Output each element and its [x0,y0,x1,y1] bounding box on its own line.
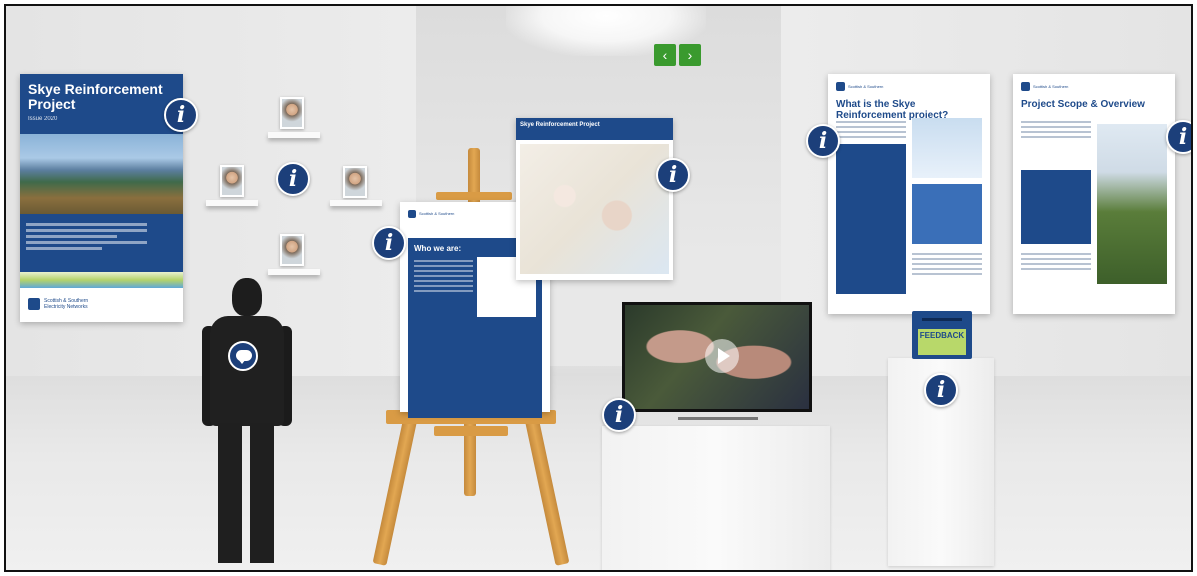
team-portrait[interactable] [220,165,244,197]
brochure-project-scope[interactable]: Scottish & Southern Project Scope & Over… [1013,74,1175,314]
feedback-info-icon[interactable]: i [924,373,958,407]
portrait-shelf [206,200,258,206]
poster-landscape-photo [20,134,183,214]
portrait-photo [222,167,242,195]
brochure-2-info-icon[interactable]: i [1166,120,1191,154]
hillside-pylon-photo [1097,124,1167,284]
poster-text-block [20,214,183,272]
video-info-icon[interactable]: i [602,398,636,432]
brochure-text [1021,118,1091,141]
team-portrait[interactable] [280,234,304,266]
portrait-photo [282,236,302,264]
previous-room-button[interactable]: ‹ [654,44,676,66]
team-info-icon[interactable]: i [276,162,310,196]
brochure-title: Project Scope & Overview [1021,99,1145,110]
brochure-text [912,250,982,278]
play-icon[interactable] [705,339,739,373]
ceiling-light [506,6,706,56]
brochure-logo-text: Scottish & Southern [848,83,884,89]
portrait-photo [282,99,302,127]
chat-icon[interactable] [228,341,258,371]
board-logo-text: Scottish & Southern [419,211,455,216]
map-title: Skye Reinforcement Project [516,118,673,140]
floor [6,376,1191,570]
poster-title: Skye Reinforcement Project [28,81,163,112]
feedback-slot [922,318,962,321]
poster-logo: Scottish & Southern Electricity Networks [28,298,104,310]
brochure-blue-panel [836,144,906,294]
team-portrait[interactable] [280,97,304,129]
map-image [520,144,669,274]
brochure-logo-text: Scottish & Southern [1033,83,1069,89]
portrait-shelf [330,200,382,206]
brochure-logo: Scottish & Southern [836,82,982,91]
tv-stand [678,412,758,420]
brochure-text [1021,250,1091,273]
easel-top-ledge [436,192,512,200]
team-portrait[interactable] [343,166,367,198]
portrait-shelf [268,132,320,138]
poster-info-icon[interactable]: i [164,98,198,132]
ssen-logo-icon [1021,82,1030,91]
video-thumbnail [625,305,809,409]
poster-logo-text: Scottish & Southern Electricity Networks [44,298,89,310]
brochure-what-is-project[interactable]: Scottish & Southern What is the Skye Rei… [828,74,990,314]
ssen-logo-icon [408,210,416,218]
brochure-highlight-box [912,184,982,244]
project-poster[interactable]: Skye Reinforcement Project Issue 2020 Sc… [20,74,183,322]
next-room-button[interactable]: › [679,44,701,66]
feedback-label: FEEDBACK [918,329,966,355]
map-info-icon[interactable]: i [656,158,690,192]
board-info-icon[interactable]: i [372,226,406,260]
ssen-logo-icon [28,298,40,310]
virtual-exhibition-room: ‹ › Skye Reinforcement Project Issue 202… [4,4,1193,572]
brochure-logo: Scottish & Southern [1021,82,1167,91]
easel-tray [434,426,508,436]
brochure-blue-panel [1021,170,1091,244]
portrait-photo [345,168,365,196]
poster-header: Skye Reinforcement Project Issue 2020 [20,74,183,134]
wind-turbine-photo [912,118,982,178]
board-text-column [414,257,473,377]
brochure-text [836,118,906,141]
poster-wave-graphic [20,272,183,288]
visitor-silhouette [202,278,292,568]
video-screen[interactable] [622,302,812,412]
corner-indicator [1186,568,1191,570]
poster-date: Issue 2020 [28,116,58,122]
portrait-shelf [268,269,320,275]
ssen-logo-icon [836,82,845,91]
tv-pedestal [602,426,830,570]
project-map[interactable]: Skye Reinforcement Project [516,118,673,280]
brochure-1-info-icon[interactable]: i [806,124,840,158]
